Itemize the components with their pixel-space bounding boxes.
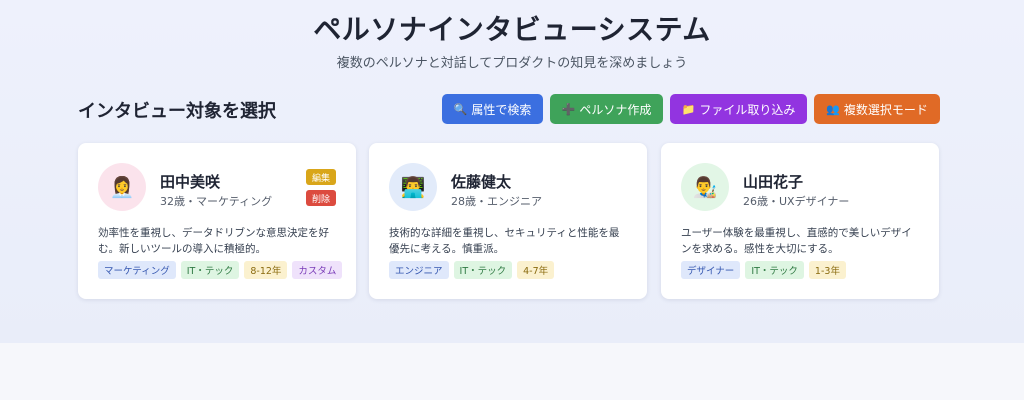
tag-experience: 8-12年: [244, 261, 288, 279]
multi-select-mode-label: 複数選択モード: [843, 102, 928, 117]
persona-tags: デザイナー IT・テック 1-3年: [681, 261, 846, 279]
page-subtitle: 複数のペルソナと対話してプロダクトの知見を深めましょう: [336, 56, 688, 71]
page-footer-area: [0, 343, 1024, 400]
magnifier-icon: 🔍: [453, 102, 468, 116]
import-file-button[interactable]: 📁 ファイル取り込み: [670, 94, 807, 124]
create-persona-button[interactable]: ➕ ペルソナ作成: [550, 94, 663, 124]
persona-meta: 26歳・UXデザイナー: [743, 195, 850, 208]
tag-experience: 1-3年: [808, 261, 846, 279]
page-title: ペルソナインタビューシステム: [313, 13, 711, 46]
persona-description: 技術的な詳細を重視し、セキュリティと性能を最優先に考える。慎重派。: [389, 227, 620, 255]
create-persona-label: ペルソナ作成: [579, 102, 652, 117]
persona-name: 佐藤健太: [451, 173, 512, 191]
import-file-label: ファイル取り込み: [699, 102, 796, 117]
multi-select-mode-button[interactable]: 👥 複数選択モード: [814, 94, 940, 124]
tag-industry: IT・テック: [180, 261, 240, 279]
tag-role: マーケティング: [98, 261, 176, 279]
artist-icon: 👨‍🎨: [681, 163, 729, 211]
folder-icon: 📁: [681, 102, 696, 116]
tag-custom: カスタム: [292, 261, 343, 279]
tag-industry: IT・テック: [745, 261, 804, 279]
section-title: インタビュー対象を選択: [78, 101, 276, 122]
persona-meta: 32歳・マーケティング: [160, 195, 273, 208]
plus-icon: ➕: [561, 102, 576, 116]
persona-description: 効率性を重視し、データドリブンな意思決定を好む。新しいツールの導入に積極的。: [98, 227, 329, 255]
persona-tags: エンジニア IT・テック 4-7年: [389, 261, 555, 279]
woman-office-worker-icon: 👩‍💼: [98, 163, 146, 211]
technologist-icon: 👨‍💻: [389, 163, 437, 211]
persona-card-sato[interactable]: 👨‍💻 佐藤健太 28歳・エンジニア 技術的な詳細を重視し、セキュリティと性能を…: [369, 143, 647, 299]
persona-name: 田中美咲: [160, 173, 221, 191]
persona-card-tanaka[interactable]: 👩‍💼 田中美咲 32歳・マーケティング 編集 削除 効率性を重視し、データドリ…: [78, 143, 356, 299]
persona-description: ユーザー体験を最重視し、直感的で美しいデザインを求める。感性を大切にする。: [681, 227, 912, 255]
search-by-attribute-button[interactable]: 🔍 属性で検索: [442, 94, 543, 124]
edit-button[interactable]: 編集: [306, 169, 336, 185]
tag-role: エンジニア: [389, 261, 449, 279]
tag-role: デザイナー: [681, 261, 741, 279]
persona-meta: 28歳・エンジニア: [451, 195, 542, 208]
tag-experience: 4-7年: [517, 261, 555, 279]
persona-card-yamada[interactable]: 👨‍🎨 山田花子 26歳・UXデザイナー ユーザー体験を最重視し、直感的で美しい…: [661, 143, 939, 299]
tag-industry: IT・テック: [453, 261, 513, 279]
grid-icon: 👥: [826, 102, 840, 116]
search-by-attribute-label: 属性で検索: [471, 102, 532, 117]
persona-name: 山田花子: [743, 173, 804, 191]
persona-tags: マーケティング IT・テック 8-12年 カスタム: [98, 261, 343, 279]
delete-button[interactable]: 削除: [306, 190, 336, 206]
